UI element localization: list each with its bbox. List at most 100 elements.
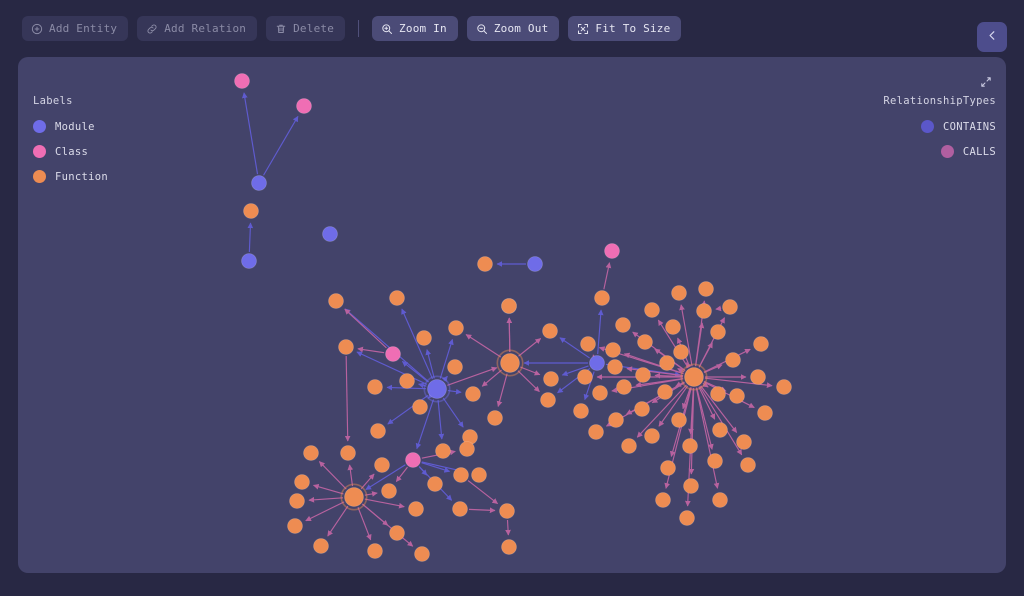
graph-edge[interactable]: [695, 322, 705, 367]
legend-item-function[interactable]: Function: [33, 170, 108, 183]
graph-node[interactable]: [753, 336, 769, 352]
graph-node[interactable]: [757, 405, 773, 421]
graph-node[interactable]: [412, 399, 428, 415]
node-circle[interactable]: [710, 324, 726, 340]
node-circle[interactable]: [448, 320, 464, 336]
node-circle[interactable]: [671, 285, 687, 301]
graph-node[interactable]: [725, 352, 741, 368]
graph-edge[interactable]: [467, 480, 499, 505]
graph-node[interactable]: [736, 434, 752, 450]
graph-node[interactable]: [710, 324, 726, 340]
graph-node[interactable]: [501, 298, 517, 314]
graph-node[interactable]: [592, 385, 608, 401]
graph-node[interactable]: [340, 445, 356, 461]
node-circle[interactable]: [542, 323, 558, 339]
graph-node[interactable]: [776, 379, 792, 395]
node-circle[interactable]: [592, 385, 608, 401]
graph-node[interactable]: [683, 478, 699, 494]
graph-node[interactable]: [604, 243, 620, 259]
node-circle[interactable]: [621, 438, 637, 454]
add-entity-button[interactable]: Add Entity: [22, 16, 129, 41]
node-circle[interactable]: [725, 352, 741, 368]
collapse-diagonal-icon[interactable]: [980, 73, 992, 92]
graph-node[interactable]: [338, 339, 354, 355]
graph-edge[interactable]: [715, 305, 722, 312]
node-circle[interactable]: [412, 399, 428, 415]
graph-node[interactable]: [707, 453, 723, 469]
graph-node[interactable]: [657, 384, 673, 400]
graph-node[interactable]: [696, 303, 712, 319]
graph-node[interactable]: [698, 281, 714, 297]
graph-canvas[interactable]: Labels Module Class Function Relationshi…: [18, 57, 1006, 573]
graph-node[interactable]: [637, 334, 653, 350]
graph-node[interactable]: [605, 342, 621, 358]
graph-edge[interactable]: [505, 519, 511, 536]
node-circle[interactable]: [757, 405, 773, 421]
node-circle[interactable]: [338, 339, 354, 355]
node-circle[interactable]: [501, 539, 517, 555]
graph-node[interactable]: [644, 302, 660, 318]
node-circle[interactable]: [750, 369, 766, 385]
graph-node[interactable]: [477, 256, 493, 272]
node-circle[interactable]: [698, 281, 714, 297]
node-circle[interactable]: [241, 253, 257, 269]
graph-node[interactable]: [712, 492, 728, 508]
legend-item-contains[interactable]: CONTAINS: [883, 120, 996, 133]
graph-rendering[interactable]: [18, 57, 1006, 573]
graph-node[interactable]: [427, 476, 443, 492]
graph-node[interactable]: [367, 379, 383, 395]
node-circle[interactable]: [712, 422, 728, 438]
graph-node[interactable]: [405, 452, 421, 468]
node-circle[interactable]: [471, 467, 487, 483]
node-circle[interactable]: [616, 379, 632, 395]
graph-node[interactable]: [499, 503, 515, 519]
graph-node[interactable]: [399, 373, 415, 389]
graph-node[interactable]: [635, 367, 651, 383]
graph-node[interactable]: [740, 457, 756, 473]
node-circle[interactable]: [234, 73, 250, 89]
graph-node[interactable]: [322, 226, 338, 242]
node-circle[interactable]: [477, 256, 493, 272]
node-circle[interactable]: [635, 367, 651, 383]
node-circle[interactable]: [644, 428, 660, 444]
node-circle[interactable]: [657, 384, 673, 400]
node-circle[interactable]: [729, 388, 745, 404]
graph-node[interactable]: [621, 438, 637, 454]
node-circle[interactable]: [287, 518, 303, 534]
graph-node[interactable]: [671, 412, 687, 428]
graph-edge[interactable]: [357, 346, 385, 354]
node-circle[interactable]: [637, 334, 653, 350]
graph-edge[interactable]: [496, 373, 508, 407]
graph-node[interactable]: [408, 501, 424, 517]
node-circle[interactable]: [453, 467, 469, 483]
graph-edge[interactable]: [357, 507, 372, 541]
node-circle[interactable]: [465, 386, 481, 402]
node-circle[interactable]: [660, 460, 676, 476]
node-circle[interactable]: [370, 423, 386, 439]
graph-node[interactable]: [634, 401, 650, 417]
node-circle[interactable]: [367, 543, 383, 559]
graph-node[interactable]: [374, 457, 390, 473]
node-circle[interactable]: [543, 371, 559, 387]
node-circle[interactable]: [399, 373, 415, 389]
graph-node[interactable]: [710, 386, 726, 402]
node-circle[interactable]: [671, 412, 687, 428]
graph-node[interactable]: [414, 546, 430, 562]
node-circle[interactable]: [682, 438, 698, 454]
graph-node[interactable]: [588, 424, 604, 440]
graph-node[interactable]: [577, 369, 593, 385]
graph-edge[interactable]: [318, 461, 347, 490]
node-circle[interactable]: [340, 445, 356, 461]
node-circle[interactable]: [374, 457, 390, 473]
node-circle[interactable]: [328, 293, 344, 309]
graph-node[interactable]: [608, 412, 624, 428]
graph-node[interactable]: [659, 355, 675, 371]
graph-node[interactable]: [465, 386, 481, 402]
add-relation-button[interactable]: Add Relation: [137, 16, 258, 41]
node-circle[interactable]: [776, 379, 792, 395]
graph-node[interactable]: [665, 319, 681, 335]
graph-node[interactable]: [655, 492, 671, 508]
graph-node[interactable]: [682, 438, 698, 454]
node-circle[interactable]: [414, 546, 430, 562]
node-circle[interactable]: [673, 344, 689, 360]
